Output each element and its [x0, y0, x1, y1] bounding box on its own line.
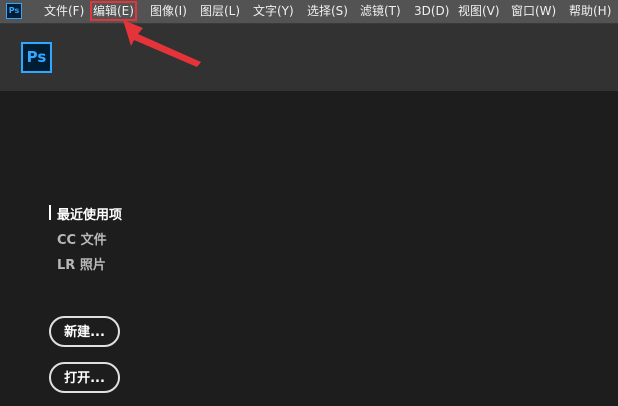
nav-recent[interactable]: 最近使用项 — [57, 204, 122, 223]
new-button[interactable]: 新建... — [49, 316, 120, 347]
menu-edit[interactable]: 编辑(E) — [90, 1, 137, 21]
menu-window[interactable]: 窗口(W) — [511, 0, 556, 22]
menu-3d[interactable]: 3D(D) — [414, 0, 449, 22]
menu-type[interactable]: 文字(Y) — [253, 0, 294, 22]
start-header: Ps — [0, 24, 618, 91]
menu-select[interactable]: 选择(S) — [307, 0, 348, 22]
nav-lr-photos[interactable]: LR 照片 — [57, 254, 106, 273]
menu-file[interactable]: 文件(F) — [44, 0, 84, 22]
photoshop-app-icon[interactable]: Ps — [6, 3, 22, 19]
nav-active-indicator — [49, 205, 51, 220]
menu-image[interactable]: 图像(I) — [150, 0, 187, 22]
menu-view[interactable]: 视图(V) — [458, 0, 500, 22]
nav-cc-files[interactable]: CC 文件 — [57, 229, 107, 248]
photoshop-logo: Ps — [21, 42, 52, 73]
open-button[interactable]: 打开... — [49, 362, 120, 393]
menu-layer[interactable]: 图层(L) — [200, 0, 240, 22]
menu-bar: Ps 文件(F) 编辑(E) 图像(I) 图层(L) 文字(Y) 选择(S) 滤… — [0, 0, 618, 24]
menu-filter[interactable]: 滤镜(T) — [360, 0, 401, 22]
menu-help[interactable]: 帮助(H) — [569, 0, 611, 22]
